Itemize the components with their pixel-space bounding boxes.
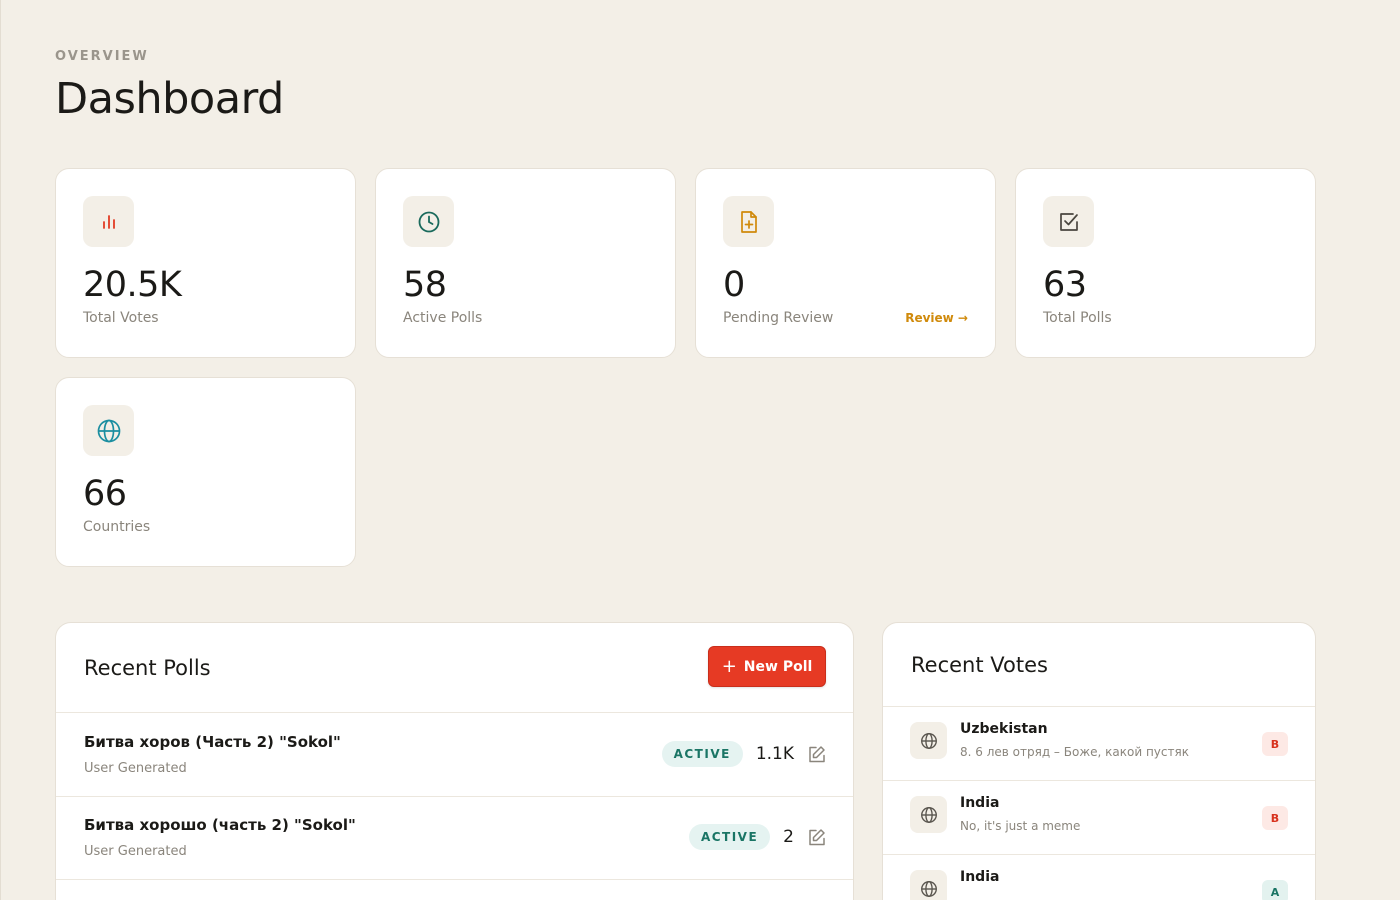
status-badge: ACTIVE xyxy=(661,741,743,767)
option-badge: A xyxy=(1262,880,1288,900)
review-link[interactable]: Review → xyxy=(905,311,968,325)
new-poll-button[interactable]: + New Poll xyxy=(708,646,826,687)
poll-meta: ACTIVE 2 xyxy=(688,824,826,850)
stat-card-active-polls: 58 Active Polls xyxy=(375,168,676,358)
stat-value: 20.5K xyxy=(83,265,182,305)
stat-value: 0 xyxy=(723,265,745,305)
vote-country: India xyxy=(960,869,1000,885)
edit-icon[interactable] xyxy=(807,828,826,847)
vote-row: India No, it's just a meme B xyxy=(883,781,1315,855)
vote-country: India xyxy=(960,795,1000,811)
poll-source: User Generated xyxy=(84,761,187,776)
stat-card-pending-review: 0 Pending Review Review → xyxy=(695,168,996,358)
vote-answer: No, it's just a meme xyxy=(960,819,1081,833)
window-edge xyxy=(0,0,1,900)
stat-card-total-polls: 63 Total Polls xyxy=(1015,168,1316,358)
poll-row[interactable]: Битва хорошо (часть 2) "Sokol" User Gene… xyxy=(56,796,853,879)
plus-icon: + xyxy=(721,655,737,677)
poll-source: User Generated xyxy=(84,844,187,859)
page-title: Dashboard xyxy=(55,74,284,124)
stat-value: 58 xyxy=(403,265,447,305)
globe-icon xyxy=(910,870,947,900)
recent-votes-title: Recent Votes xyxy=(911,653,1048,677)
option-badge: B xyxy=(1262,806,1288,830)
stat-value: 66 xyxy=(83,474,127,514)
clock-icon xyxy=(403,196,454,247)
divider xyxy=(56,879,853,880)
recent-votes-panel: Recent Votes Uzbekistan 8. 6 лев отряд –… xyxy=(882,622,1316,900)
globe-icon xyxy=(83,405,134,456)
new-poll-label: New Poll xyxy=(743,658,813,675)
vote-count: 1.1K xyxy=(755,744,794,764)
bar-chart-icon xyxy=(83,196,134,247)
vote-row: India A xyxy=(883,855,1315,900)
stat-card-total-votes: 20.5K Total Votes xyxy=(55,168,356,358)
page-eyebrow: OVERVIEW xyxy=(55,49,149,64)
vote-country: Uzbekistan xyxy=(960,721,1048,737)
stat-label: Pending Review xyxy=(723,310,834,326)
stat-label: Total Votes xyxy=(83,310,159,326)
poll-title[interactable]: Битва хорошо (часть 2) "Sokol" xyxy=(84,816,356,834)
option-badge: B xyxy=(1262,732,1288,756)
status-badge: ACTIVE xyxy=(688,824,771,850)
vote-count: 2 xyxy=(783,827,794,847)
recent-polls-panel: Recent Polls + New Poll Битва хоров (Час… xyxy=(55,622,854,900)
file-plus-icon xyxy=(723,196,774,247)
vote-row: Uzbekistan 8. 6 лев отряд – Боже, какой … xyxy=(883,707,1315,781)
globe-icon xyxy=(910,722,947,759)
stat-label: Countries xyxy=(83,519,151,535)
poll-title[interactable]: Битва хоров (Часть 2) "Sokol" xyxy=(84,733,341,751)
stat-value: 63 xyxy=(1043,265,1087,305)
vote-answer: 8. 6 лев отряд – Боже, какой пустяк xyxy=(960,745,1189,759)
poll-meta: ACTIVE 1.1K xyxy=(661,741,826,767)
stat-card-countries: 66 Countries xyxy=(55,377,356,567)
check-square-icon xyxy=(1043,196,1094,247)
stat-label: Active Polls xyxy=(403,310,483,326)
recent-polls-title: Recent Polls xyxy=(84,656,211,680)
poll-row[interactable]: Битва хоров (Часть 2) "Sokol" User Gener… xyxy=(56,713,853,796)
edit-icon[interactable] xyxy=(807,745,826,764)
stat-label: Total Polls xyxy=(1043,310,1112,326)
globe-icon xyxy=(910,796,947,833)
